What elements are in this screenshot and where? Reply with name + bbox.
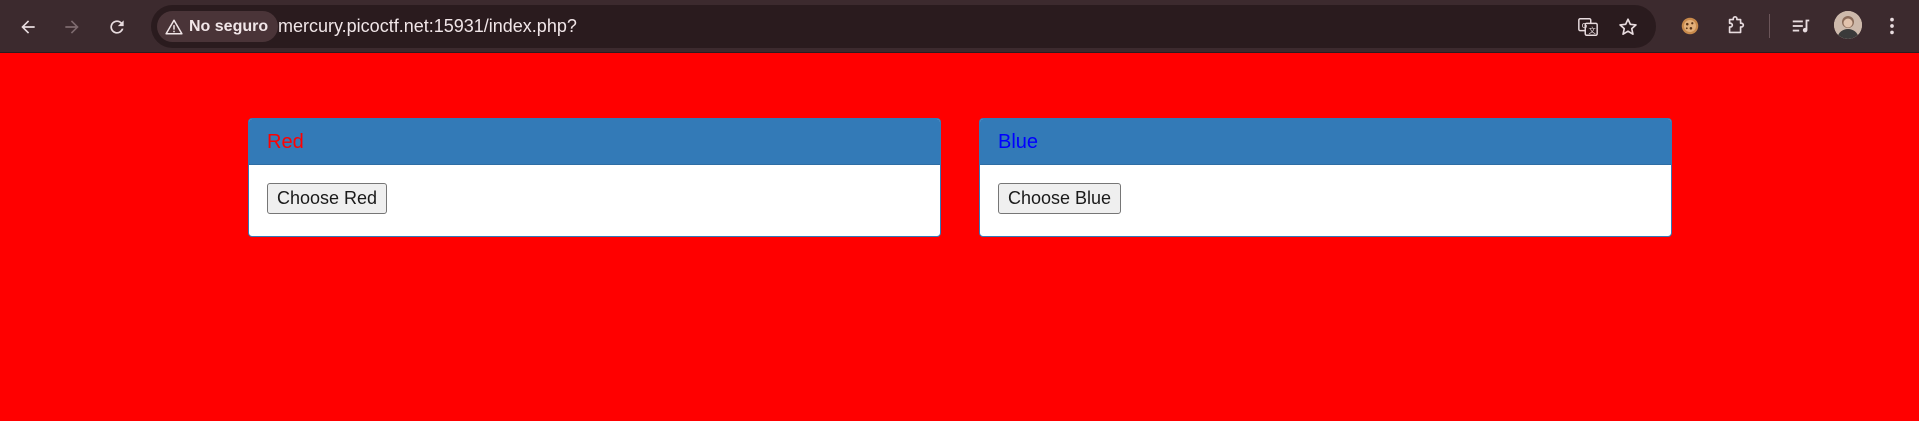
back-button[interactable] bbox=[12, 11, 44, 43]
svg-text:文: 文 bbox=[1588, 26, 1596, 35]
toolbar-separator bbox=[1769, 14, 1770, 38]
cookie-icon bbox=[1681, 17, 1699, 35]
star-icon bbox=[1619, 18, 1637, 35]
blue-panel-title: Blue bbox=[980, 119, 1671, 165]
forward-arrow-icon bbox=[65, 20, 79, 34]
avatar[interactable] bbox=[1834, 11, 1862, 39]
back-arrow-icon bbox=[21, 20, 35, 34]
forward-button[interactable] bbox=[56, 11, 88, 43]
svg-text:G: G bbox=[1582, 21, 1588, 30]
reload-icon bbox=[110, 20, 124, 34]
choose-blue-button[interactable]: Choose Blue bbox=[998, 183, 1122, 214]
security-label: No seguro bbox=[189, 17, 269, 35]
reload-button[interactable] bbox=[101, 11, 133, 43]
profile-photo-icon bbox=[1834, 11, 1862, 39]
page-content: Red Choose Red Blue Choose Blue bbox=[0, 53, 1919, 421]
address-bar[interactable]: No seguro mercury.picoctf.net:15931/inde… bbox=[151, 5, 1656, 48]
bookmark-button[interactable] bbox=[1616, 15, 1640, 39]
reading-list-icon bbox=[1792, 19, 1810, 33]
browser-toolbar: No seguro mercury.picoctf.net:15931/inde… bbox=[0, 0, 1919, 53]
url-text[interactable]: mercury.picoctf.net:15931/index.php? bbox=[278, 5, 577, 48]
blue-panel-body: Choose Blue bbox=[980, 165, 1671, 232]
extensions-button[interactable] bbox=[1722, 12, 1750, 40]
choose-red-button[interactable]: Choose Red bbox=[267, 183, 388, 214]
blue-panel: Blue Choose Blue bbox=[979, 118, 1672, 237]
red-panel-body: Choose Red bbox=[249, 165, 940, 232]
cookie-extension-button[interactable] bbox=[1676, 12, 1704, 40]
red-panel-title: Red bbox=[249, 119, 940, 165]
translate-icon: G 文 bbox=[1578, 18, 1598, 36]
translate-button[interactable]: G 文 bbox=[1576, 15, 1600, 39]
red-panel: Red Choose Red bbox=[248, 118, 941, 237]
warning-triangle-icon bbox=[165, 19, 183, 34]
browser-menu-button[interactable] bbox=[1878, 12, 1906, 40]
puzzle-icon bbox=[1728, 16, 1745, 34]
kebab-menu-icon bbox=[1890, 17, 1894, 35]
reading-list-button[interactable] bbox=[1787, 12, 1815, 40]
security-indicator[interactable]: No seguro bbox=[157, 11, 279, 42]
